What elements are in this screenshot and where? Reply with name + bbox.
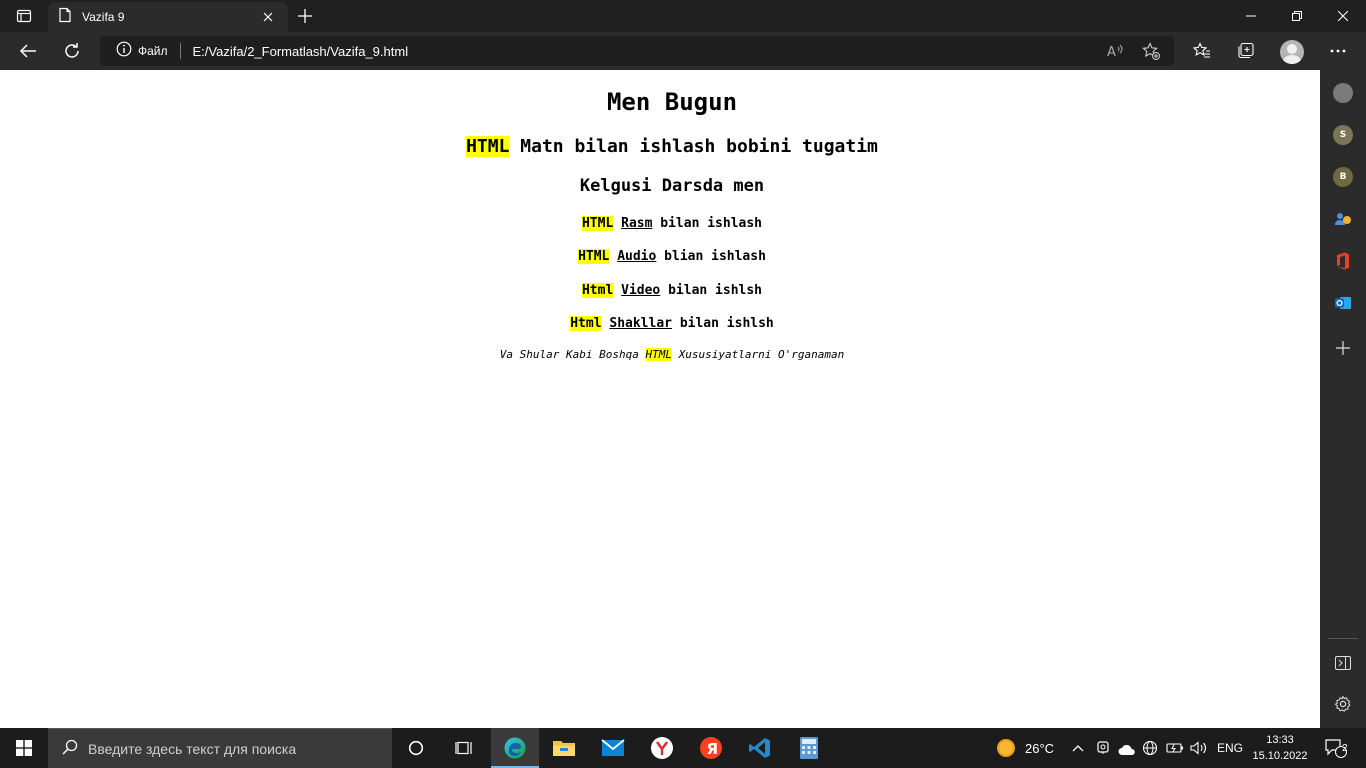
notifications-button[interactable]: 2 [1316, 736, 1356, 760]
address-divider [179, 43, 181, 59]
onedrive-cloud-icon[interactable] [1118, 741, 1136, 760]
clock-time: 13:33 [1266, 734, 1294, 746]
sidebar-item-s[interactable]: S [1333, 125, 1353, 145]
tab-title: Vazifa 9 [82, 10, 125, 24]
taskbar-clock[interactable]: 13:33 15.10.2022 [1252, 732, 1308, 764]
office-icon[interactable] [1333, 251, 1353, 271]
close-window-icon[interactable] [1320, 0, 1366, 32]
battery-icon[interactable] [1166, 740, 1184, 759]
restore-icon[interactable] [1274, 0, 1320, 32]
refresh-icon[interactable] [56, 36, 88, 66]
footer-note: Va Shular Kabi Boshqa HTML Xususiyatlarn… [0, 348, 1344, 361]
chevron-up-icon[interactable] [1072, 740, 1084, 759]
highlight-text: HTML [645, 348, 672, 361]
highlight-text: HTML [466, 136, 510, 157]
list-item: Html Video bilan ishlsh [0, 283, 1344, 298]
yandex-browser-icon[interactable] [638, 728, 686, 768]
browser-tab[interactable]: Vazifa 9 [48, 2, 288, 32]
more-menu-icon[interactable] [1322, 36, 1354, 66]
info-icon[interactable] [116, 41, 132, 61]
underlined-word: Audio [617, 249, 657, 264]
item-text: bilan ishlsh [660, 283, 763, 298]
calculator-icon[interactable] [785, 728, 833, 768]
taskbar-search[interactable]: Введите здесь текст для поиска [48, 728, 392, 768]
network-globe-icon[interactable] [1142, 740, 1158, 760]
sidebar-item-b[interactable]: B [1333, 167, 1353, 187]
footer-text-start: Va Shular Kabi Boshqa [499, 348, 646, 361]
back-icon[interactable] [12, 36, 44, 66]
edge-app-icon[interactable] [491, 728, 539, 768]
add-icon[interactable] [1333, 338, 1353, 358]
heading-text: Matn bilan ishlash bobini tugatim [509, 136, 878, 157]
task-view-icon[interactable] [440, 728, 488, 768]
input-language[interactable]: ENG [1217, 741, 1243, 755]
item-text: bilan ishlash [652, 216, 763, 231]
url-text[interactable]: E:/Vazifa/2_Formatlash/Vazifa_9.html [193, 44, 409, 59]
underlined-word: Video [621, 283, 661, 298]
hide-sidebar-icon[interactable] [1333, 653, 1353, 673]
tab-actions-icon[interactable] [8, 4, 40, 28]
page-icon [58, 7, 72, 27]
sidebar-divider [1328, 638, 1358, 639]
list-item: HTML Audio blian ishlash [0, 249, 1344, 264]
highlight-text: HTML [581, 216, 614, 231]
underlined-word: Shakllar [609, 316, 672, 331]
highlight-text: Html [570, 316, 602, 331]
browser-toolbar: Файл E:/Vazifa/2_Formatlash/Vazifa_9.htm… [0, 32, 1366, 70]
yandex-icon[interactable]: Я [687, 728, 735, 768]
windows-start-icon[interactable] [0, 728, 48, 768]
file-explorer-icon[interactable] [540, 728, 588, 768]
collections-icon[interactable] [1230, 36, 1262, 66]
item-text: blian ishlash [656, 249, 766, 264]
minimize-icon[interactable] [1228, 0, 1274, 32]
camera-icon[interactable] [1096, 740, 1110, 759]
read-aloud-icon[interactable]: A [1106, 42, 1124, 64]
address-bar[interactable]: Файл E:/Vazifa/2_Formatlash/Vazifa_9.htm… [100, 36, 1174, 66]
close-tab-icon[interactable] [258, 7, 278, 27]
windows-taskbar: Введите здесь текст для поиска Я 26°C EN… [0, 728, 1366, 768]
sidebar-circle-icon[interactable] [1333, 83, 1353, 103]
list-item: HTML Rasm bilan ishlash [0, 216, 1344, 231]
settings-gear-icon[interactable] [1333, 694, 1353, 714]
weather-icon[interactable] [996, 738, 1016, 762]
page-heading: Men Bugun [606, 88, 738, 116]
footer-text-end: Xususiyatlarni O'rganaman [672, 348, 845, 361]
volume-icon[interactable] [1190, 740, 1208, 759]
item-text: bilan ishlsh [672, 316, 774, 331]
search-icon [62, 739, 78, 759]
security-label: Файл [138, 44, 168, 58]
mail-icon[interactable] [589, 728, 637, 768]
profile-avatar[interactable] [1280, 40, 1304, 64]
weather-temperature[interactable]: 26°C [1025, 741, 1054, 756]
favorites-icon[interactable] [1186, 36, 1218, 66]
underlined-word: Rasm [621, 216, 653, 231]
svg-text:Я: Я [707, 740, 719, 758]
vscode-icon[interactable] [736, 728, 784, 768]
search-placeholder: Введите здесь текст для поиска [88, 740, 297, 757]
new-tab-icon[interactable] [292, 4, 318, 28]
highlight-text: HTML [578, 249, 610, 264]
page-content: Men Bugun HTML Matn bilan ishlash bobini… [0, 70, 1320, 728]
cortana-icon[interactable] [392, 728, 440, 768]
add-favorite-icon[interactable] [1142, 42, 1160, 64]
people-icon[interactable] [1333, 209, 1353, 229]
svg-text:A: A [1107, 45, 1116, 60]
list-item: Html Shakllar bilan ishlsh [0, 316, 1344, 331]
browser-tabstrip: Vazifa 9 [0, 0, 1366, 32]
subheading-next: Kelgusi Darsda men [579, 176, 765, 196]
subheading-completed: HTML Matn bilan ishlash bobini tugatim [0, 136, 1344, 157]
highlight-text: Html [581, 283, 614, 298]
edge-sidebar: S B [1320, 70, 1366, 728]
outlook-icon[interactable] [1333, 293, 1353, 313]
notification-count: 2 [1342, 743, 1348, 754]
clock-date: 15.10.2022 [1252, 750, 1308, 762]
